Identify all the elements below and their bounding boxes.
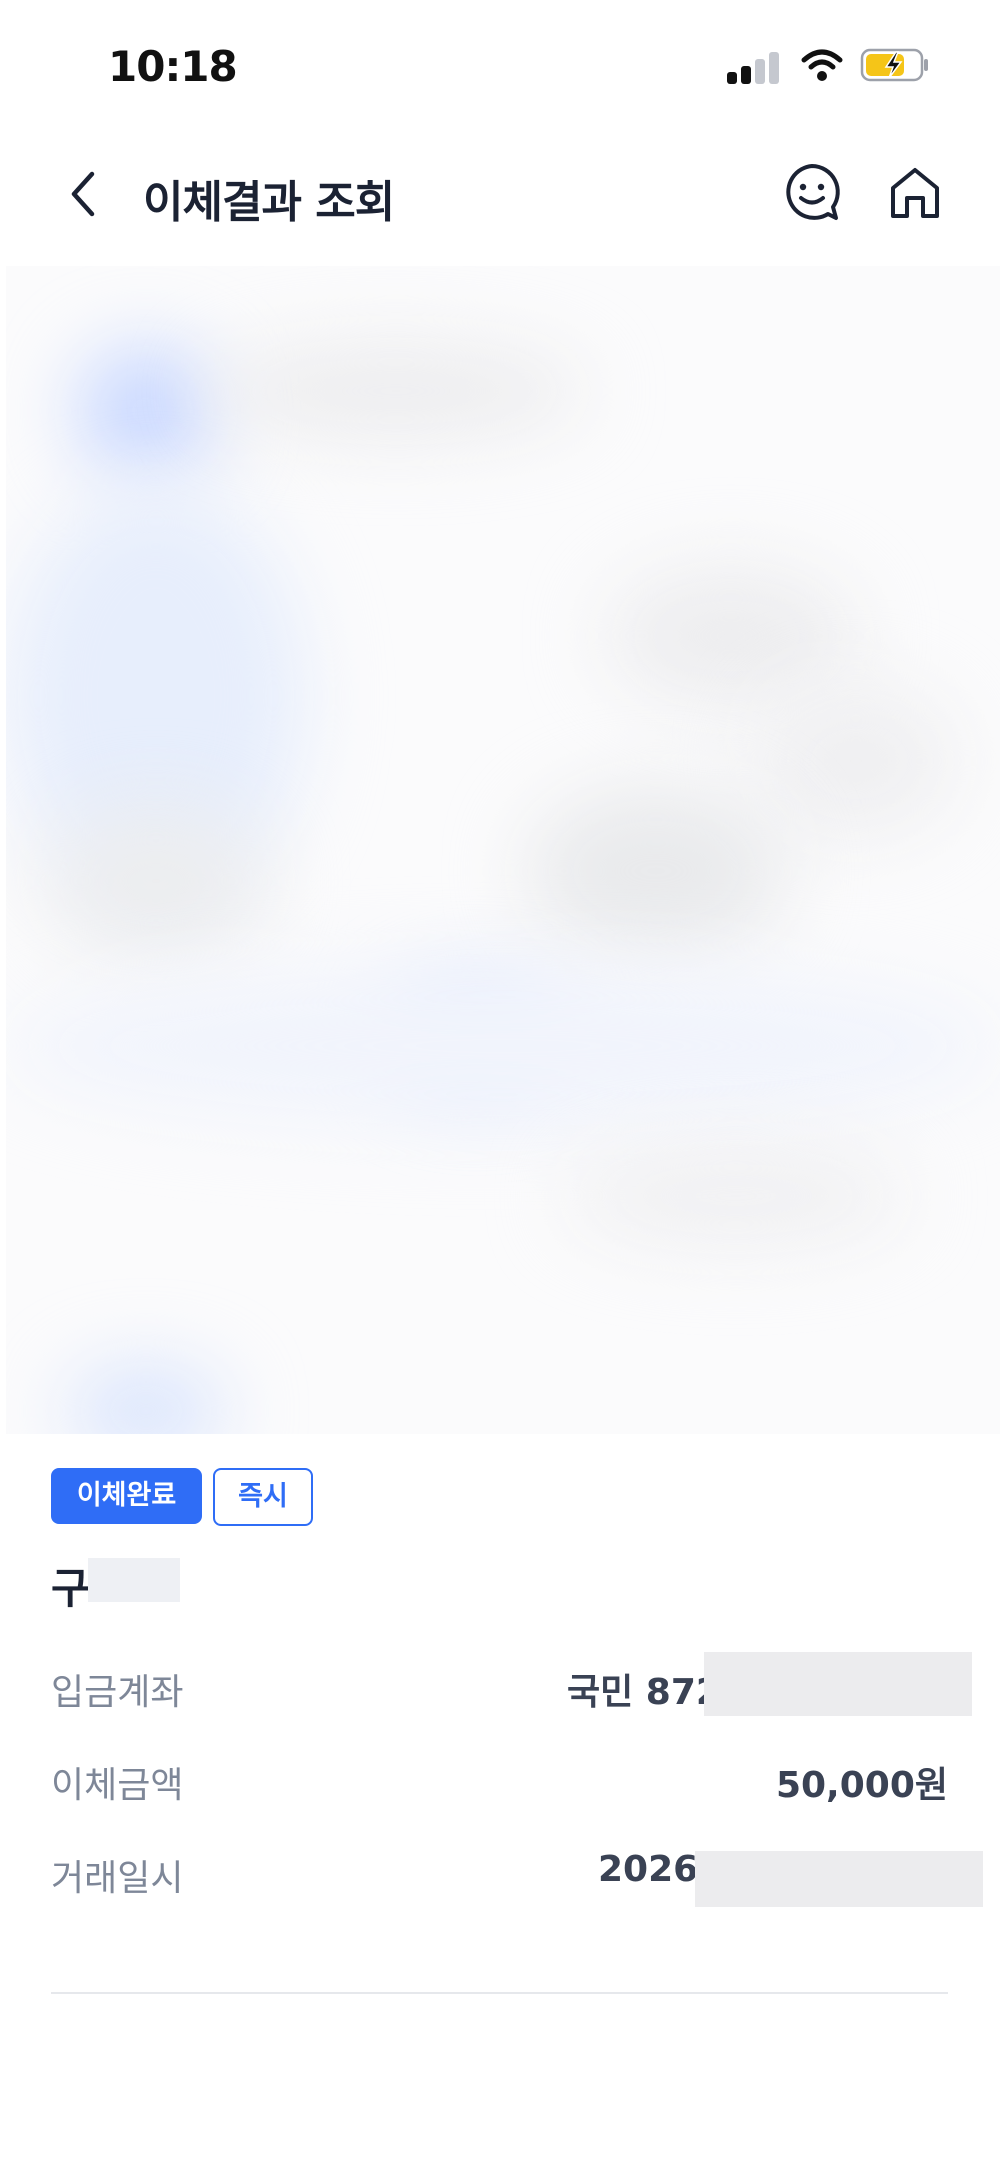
status-time: 10:18 [108,42,238,91]
transaction-datetime-label: 거래일시 [51,1858,184,1899]
wifi-icon [801,49,843,81]
back-arrow-icon[interactable] [62,166,106,222]
account-mask [704,1652,972,1716]
signal-icon [727,52,781,84]
battery-icon [860,48,928,82]
status-badge: 이체완료 [51,1468,202,1524]
page-title: 이체결과 조회 [143,177,395,228]
transfer-amount-label: 이체금액 [51,1765,184,1806]
datetime-mask [695,1851,983,1907]
home-icon[interactable] [887,164,943,220]
blurred-region [6,266,1000,1434]
deposit-account-value: 국민 872 [567,1672,721,1713]
transfer-type-badge: 즉시 [213,1468,313,1526]
divider [51,1992,948,1994]
status-bar: 10:18 [0,0,1000,130]
app-header: 이체결과 조회 [0,130,1000,260]
deposit-account-label: 입금계좌 [51,1672,184,1713]
recipient-mask [88,1558,180,1602]
recipient-name: 구 [51,1564,90,1613]
transfer-amount-value: 50,000원 [775,1765,948,1806]
chatbot-icon[interactable] [782,162,842,222]
